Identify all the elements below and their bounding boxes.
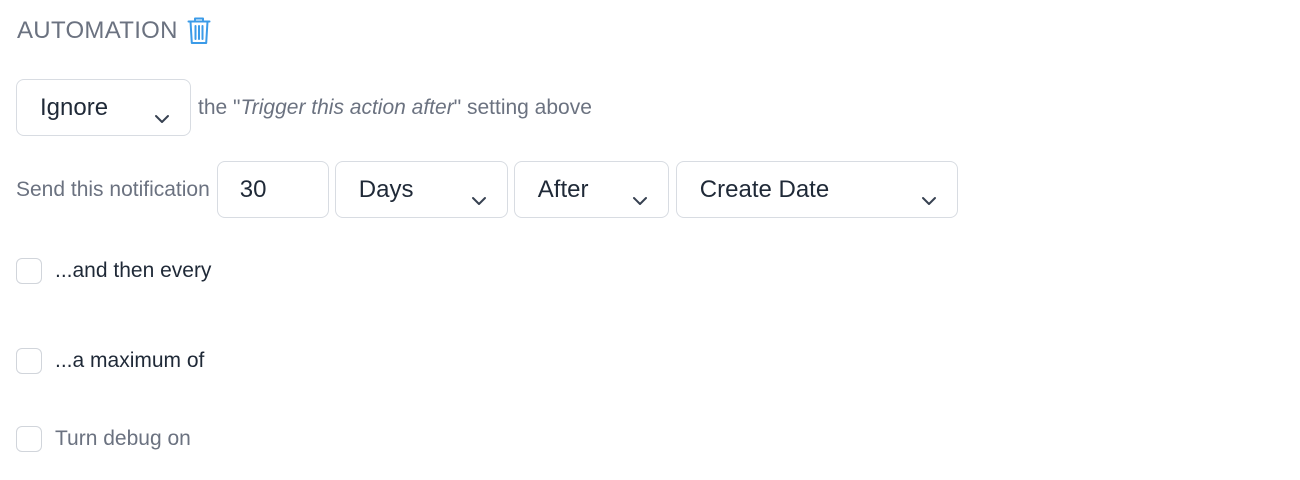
description-suffix: " setting above [453, 95, 592, 119]
trash-icon[interactable] [186, 16, 212, 46]
direction-value: After [537, 175, 589, 203]
maximum-checkbox[interactable] [16, 348, 42, 374]
maximum-label: ...a maximum of [55, 349, 205, 372]
chevron-down-icon [921, 185, 937, 205]
section-title: AUTOMATION [17, 17, 178, 44]
trigger-mode-row: Ignore the "Trigger this action after" s… [16, 79, 592, 136]
date-field-select[interactable]: Create Date [675, 161, 958, 218]
trigger-mode-description: the "Trigger this action after" setting … [198, 96, 592, 120]
repeat-label: ...and then every [55, 259, 212, 282]
date-field-value: Create Date [699, 175, 830, 203]
delay-unit-value: Days [358, 175, 414, 203]
description-prefix: the " [198, 95, 241, 119]
chevron-down-icon [154, 103, 170, 123]
delay-unit-select[interactable]: Days [334, 161, 508, 218]
trigger-mode-value: Ignore [40, 93, 109, 121]
maximum-option: ...a maximum of [16, 348, 204, 374]
setting-name: Trigger this action after [240, 95, 454, 119]
repeat-checkbox[interactable] [16, 258, 42, 284]
repeat-option: ...and then every [16, 258, 211, 284]
chevron-down-icon [632, 185, 648, 205]
debug-checkbox[interactable] [16, 426, 42, 452]
send-schedule-row: Send this notification 30 Days After Cre… [16, 161, 958, 218]
section-header: AUTOMATION [17, 14, 212, 48]
trigger-mode-select[interactable]: Ignore [16, 79, 191, 136]
direction-select[interactable]: After [513, 161, 669, 218]
delay-amount-input[interactable]: 30 [216, 161, 329, 218]
send-label: Send this notification [16, 177, 210, 201]
debug-option: Turn debug on [16, 426, 191, 452]
automation-panel: AUTOMATION Ignore the "Trigger this acti… [0, 0, 1300, 480]
chevron-down-icon [471, 185, 487, 205]
debug-label: Turn debug on [55, 427, 191, 450]
